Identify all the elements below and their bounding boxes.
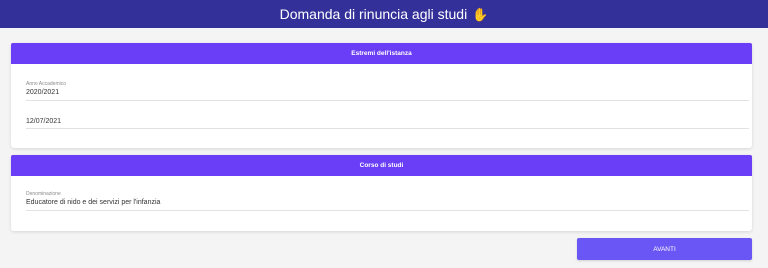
- denominazione-field[interactable]: Denominazione Educatore di nido e dei se…: [26, 189, 749, 211]
- avanti-button[interactable]: AVANTI: [577, 238, 752, 260]
- card-corso-di-studi: Corso di studi Denominazione Educatore d…: [11, 155, 752, 231]
- section-title: Corso di studi: [359, 162, 404, 169]
- page-title: Domanda di rinuncia agli studi: [279, 6, 468, 22]
- section-header-estremi: Estremi dell'istanza: [11, 43, 752, 64]
- field-label: Denominazione: [26, 191, 61, 197]
- anno-accademico-field[interactable]: Anno Accademico 2020/2021: [26, 79, 749, 101]
- section-header-corso: Corso di studi: [11, 155, 752, 176]
- card-estremi-istanza: Estremi dell'istanza Anno Accademico 202…: [11, 43, 752, 148]
- data-istanza-field[interactable]: 12/07/2021: [26, 108, 749, 129]
- section-title: Estremi dell'istanza: [351, 50, 412, 57]
- field-value: Educatore di nido e dei servizi per l'in…: [26, 199, 161, 206]
- field-value: 2020/2021: [26, 89, 60, 96]
- top-bar: Domanda di rinuncia agli studi ✋: [0, 0, 768, 28]
- field-value: 12/07/2021: [26, 118, 62, 125]
- hand-icon: ✋: [472, 6, 489, 22]
- field-label: Anno Accademico: [26, 81, 67, 87]
